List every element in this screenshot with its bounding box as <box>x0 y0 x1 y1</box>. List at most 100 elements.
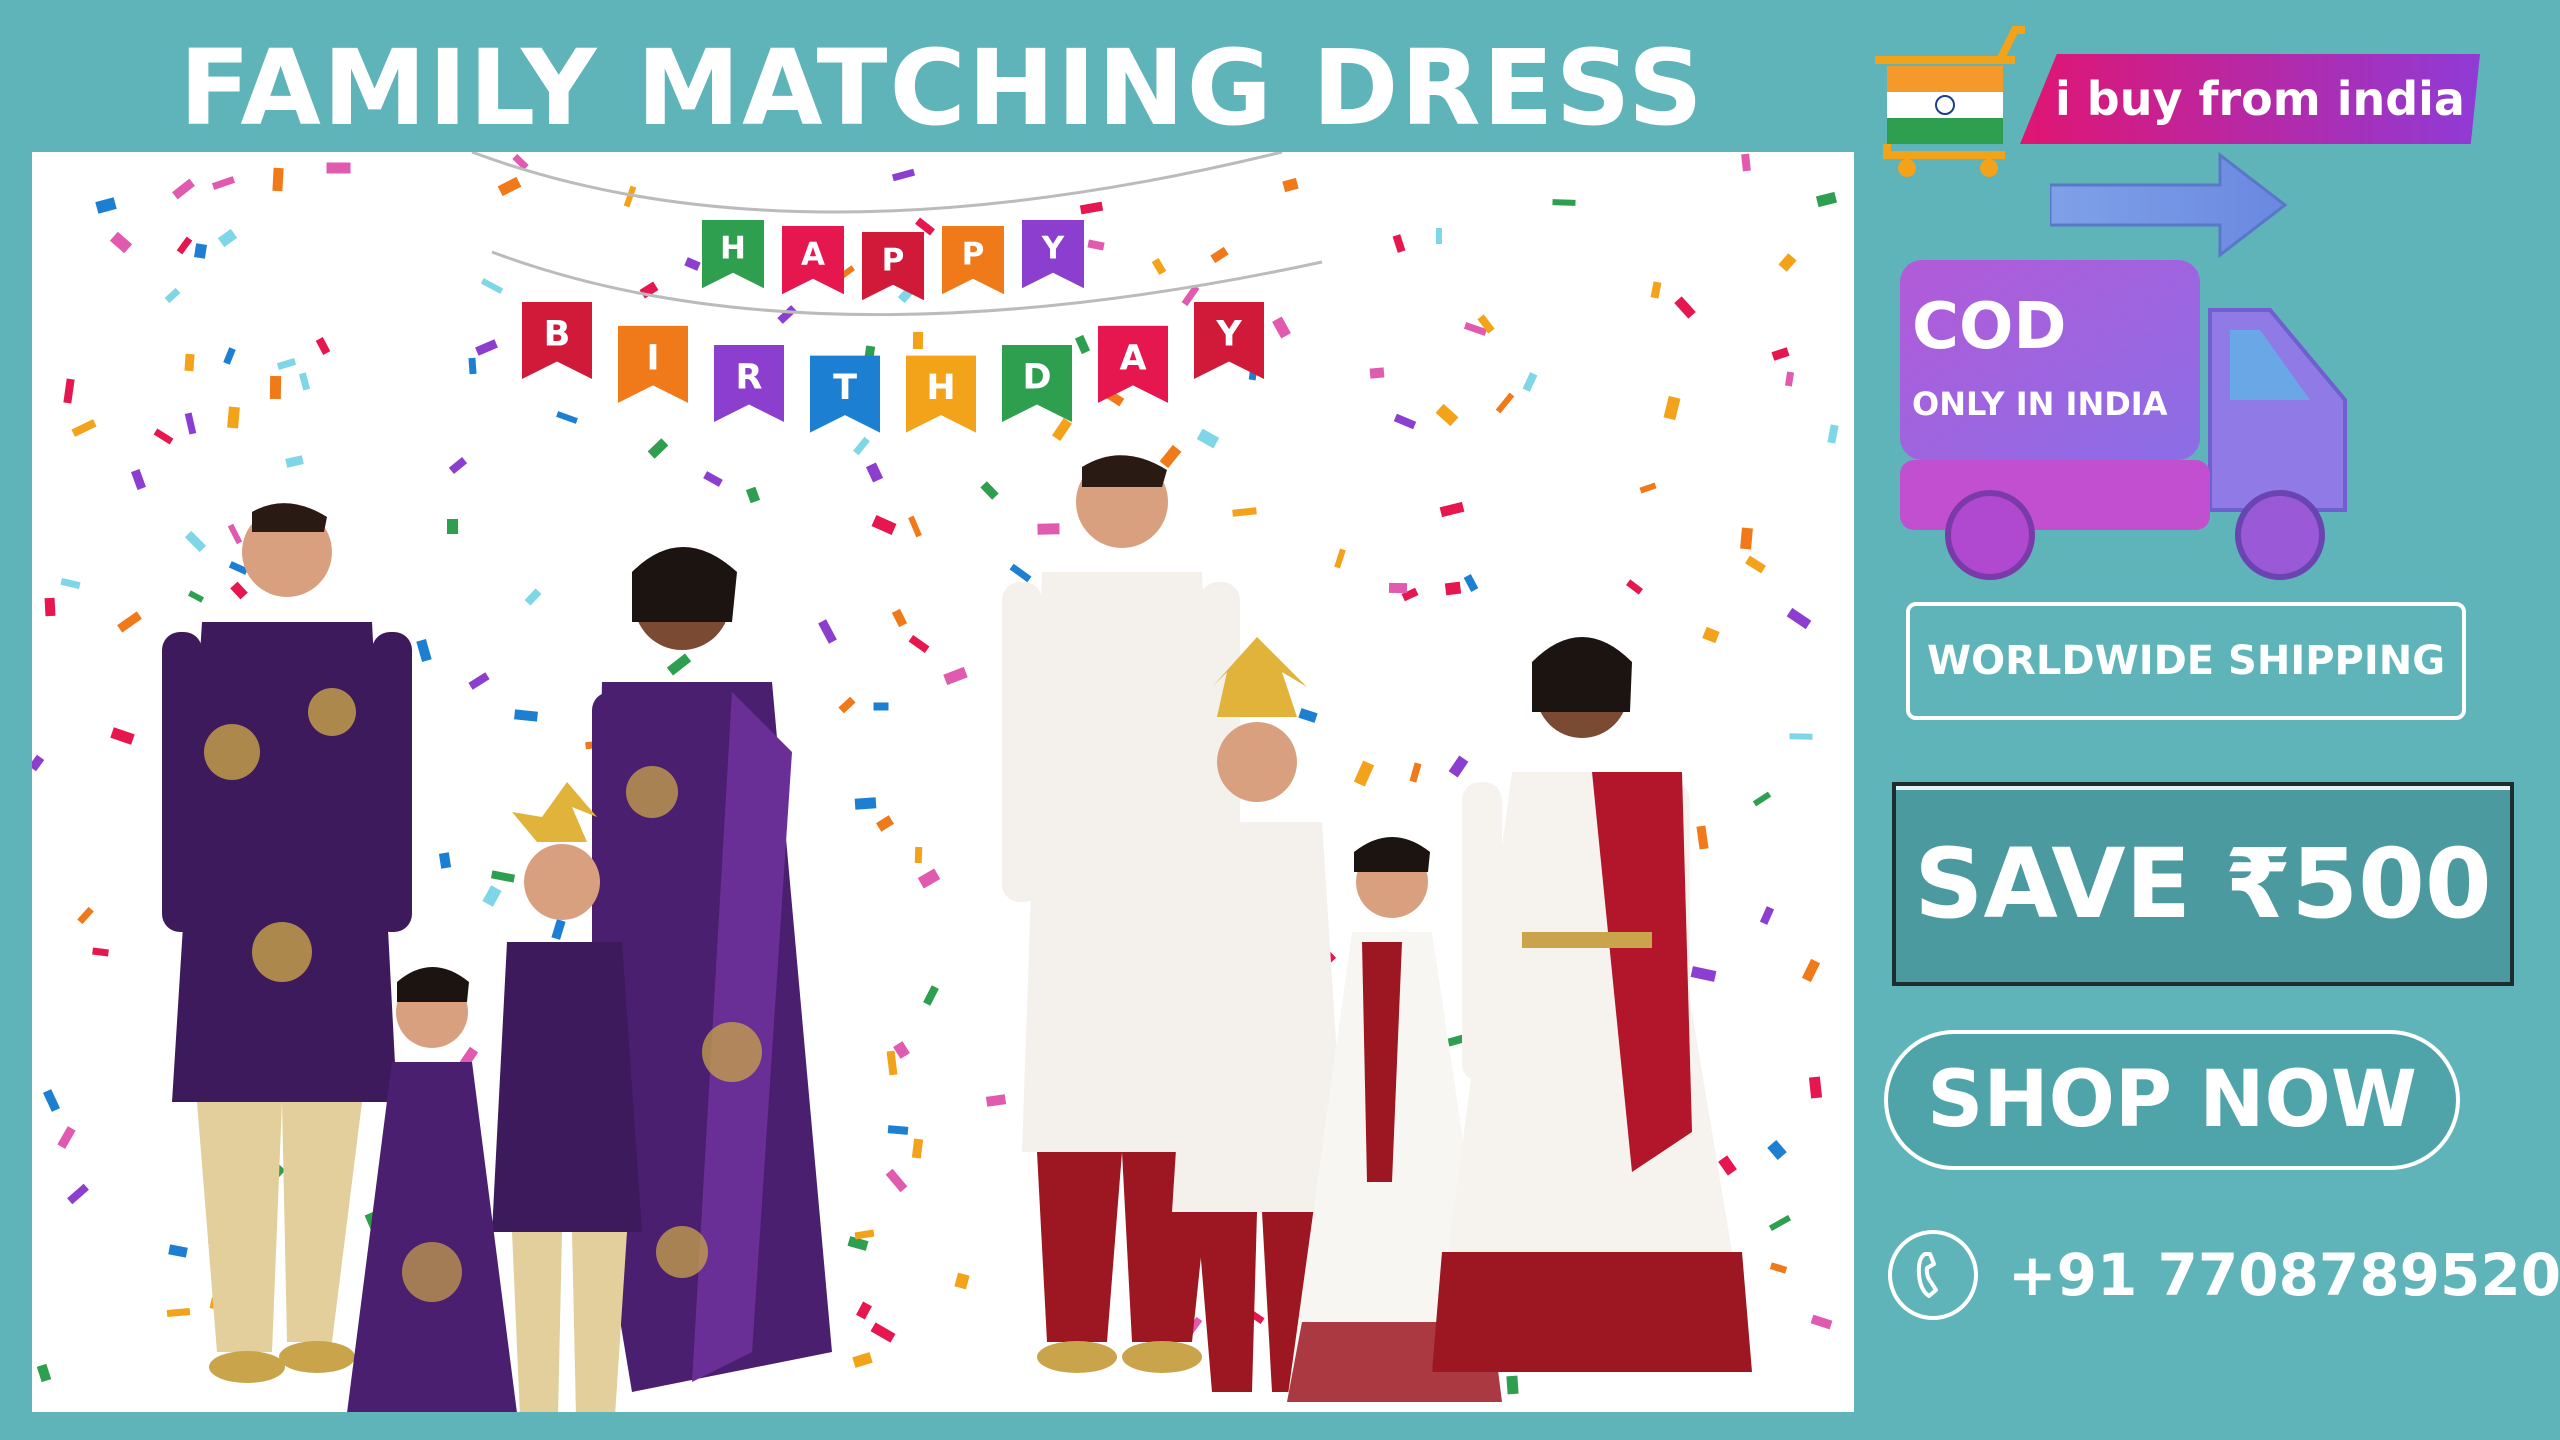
confetti-piece <box>1232 507 1257 517</box>
confetti-piece <box>164 287 181 304</box>
confetti-piece <box>1690 966 1717 982</box>
confetti-piece <box>865 462 884 483</box>
confetti-piece <box>1784 371 1795 387</box>
confetti-piece <box>1388 582 1408 594</box>
banner-letter: P <box>882 242 905 278</box>
confetti-piece <box>227 406 240 429</box>
banner-flag: A <box>1098 325 1168 403</box>
confetti-piece <box>1626 579 1643 595</box>
confetti-piece <box>1369 367 1385 379</box>
photo-illustration: H A P P Y B I R T H D A Y <box>32 152 1839 1412</box>
confetti-piece <box>887 1125 909 1135</box>
confetti-piece <box>448 457 468 474</box>
banner-flag: H <box>906 355 976 433</box>
confetti-piece <box>1718 1155 1737 1176</box>
confetti-piece <box>285 455 304 468</box>
confetti-piece <box>60 577 81 590</box>
confetti-piece <box>838 696 856 714</box>
banner-flag: B <box>522 302 592 379</box>
confetti-piece <box>1272 316 1291 339</box>
banner-letter: B <box>544 314 571 354</box>
confetti-piece <box>1552 199 1576 206</box>
confetti-piece <box>92 947 109 957</box>
happy-birthday-banner: H A P P Y B I R T H D A Y <box>522 220 1264 433</box>
confetti-piece <box>1696 825 1709 850</box>
confetti-piece <box>703 471 723 487</box>
confetti-piece <box>923 985 939 1006</box>
confetti-piece <box>230 581 248 600</box>
confetti-piece <box>873 702 889 711</box>
confetti-piece <box>1444 581 1462 596</box>
confetti-piece <box>480 278 504 294</box>
confetti-piece <box>217 228 238 248</box>
banner-letter: A <box>801 236 825 272</box>
confetti-piece <box>871 515 897 535</box>
confetti-piece <box>153 428 174 445</box>
confetti-piece <box>1051 417 1073 442</box>
confetti-piece <box>497 176 522 197</box>
confetti-piece <box>1393 413 1417 430</box>
confetti-piece <box>211 176 236 190</box>
confetti-piece <box>1087 239 1105 251</box>
confetti-piece <box>1079 201 1104 215</box>
confetti-piece <box>168 1244 188 1258</box>
confetti-piece <box>1767 1140 1787 1160</box>
banner-flag: T <box>810 355 880 433</box>
confetti-piece <box>1768 1215 1792 1231</box>
confetti-piece <box>954 1272 970 1290</box>
confetti-piece <box>475 339 498 356</box>
confetti-piece <box>1752 791 1772 807</box>
confetti-piece <box>32 754 45 772</box>
confetti-piece <box>95 197 117 214</box>
confetti-piece <box>1778 253 1797 272</box>
confetti-piece <box>1663 395 1681 421</box>
confetti-piece <box>223 347 236 365</box>
confetti-piece <box>1815 191 1838 208</box>
confetti-piece <box>1810 1314 1833 1330</box>
banner-flag: P <box>942 226 1004 295</box>
confetti-piece <box>891 168 916 182</box>
confetti-piece <box>885 1168 908 1193</box>
confetti-piece <box>1334 548 1346 569</box>
confetti-piece <box>109 231 133 254</box>
flag-cart-icon <box>1875 26 2025 177</box>
confetti-piece <box>856 1301 872 1320</box>
cod-label: COD <box>1912 290 2067 364</box>
banner-flag: Y <box>1194 302 1264 379</box>
banner-flag: P <box>862 232 924 301</box>
banner-letter: T <box>833 368 857 408</box>
confetti-piece <box>980 481 999 500</box>
confetti-piece <box>870 1322 896 1343</box>
family-left <box>162 503 832 1412</box>
confetti-piece <box>1210 246 1229 264</box>
confetti-piece <box>468 357 477 375</box>
confetti-piece <box>1702 626 1720 644</box>
confetti-piece <box>184 530 207 553</box>
confetti-piece <box>852 1352 873 1368</box>
confetti-piece <box>77 906 94 925</box>
confetti-piece <box>166 1308 191 1317</box>
confetti-piece <box>912 331 924 350</box>
confetti-piece <box>943 666 968 686</box>
confetti-piece <box>172 178 195 200</box>
family-photo: H A P P Y B I R T H D A Y <box>32 152 1854 1412</box>
confetti-piece <box>886 1050 898 1076</box>
banner-flag: I <box>618 325 688 403</box>
mother-white <box>1432 637 1752 1372</box>
shop-now-button[interactable]: SHOP NOW <box>1884 1030 2460 1170</box>
confetti-piece <box>1196 428 1220 449</box>
phone-number[interactable]: +91 7708789520 <box>2008 1230 2560 1320</box>
confetti-piece <box>1808 1076 1823 1099</box>
offer-badge: SAVE ₹500 <box>1892 782 2514 986</box>
confetti-piece <box>1409 762 1422 783</box>
confetti-piece <box>1159 444 1182 469</box>
banner-flag: D <box>1002 345 1072 423</box>
confetti-piece <box>853 436 870 456</box>
brand-name: i buy from india <box>2055 72 2465 126</box>
confetti-piece <box>818 619 837 644</box>
confetti-piece <box>1740 527 1753 550</box>
confetti-piece <box>1522 372 1538 392</box>
confetti-piece <box>416 639 432 662</box>
confetti-piece <box>551 919 566 940</box>
confetti-piece <box>63 378 75 404</box>
